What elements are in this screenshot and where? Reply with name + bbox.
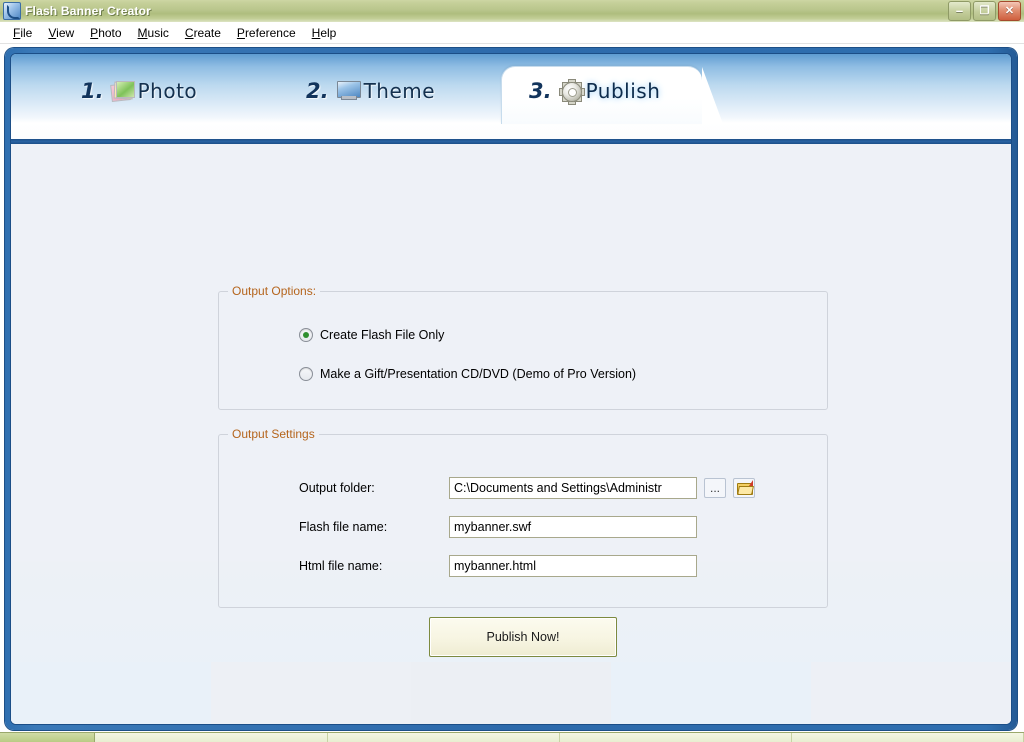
menu-photo-accel: P — [90, 25, 99, 40]
open-folder-icon — [736, 480, 754, 495]
publish-now-button[interactable]: Publish Now! — [429, 617, 617, 657]
browse-folder-button[interactable]: ... — [704, 478, 726, 498]
close-button[interactable]: ✕ — [998, 1, 1021, 21]
taskbar-item[interactable] — [327, 733, 560, 742]
title-bar: Flash Banner Creator – ❐ ✕ — [0, 0, 1024, 23]
restore-button[interactable]: ❐ — [973, 1, 996, 21]
tab-photo[interactable]: 1. Photo — [81, 68, 197, 114]
open-folder-button[interactable] — [733, 478, 755, 498]
minimize-button[interactable]: – — [948, 1, 971, 21]
output-settings-title: Output Settings — [228, 427, 319, 441]
restore-icon: ❐ — [979, 4, 990, 17]
tab-photo-label: Photo — [137, 79, 198, 103]
tab-publish[interactable]: 3. Publish — [529, 68, 660, 114]
taskbar-item[interactable] — [791, 733, 1024, 742]
menu-music-rest: usic — [147, 25, 169, 40]
application-window: Flash Banner Creator – ❐ ✕ File View Pho… — [0, 0, 1024, 742]
window-title: Flash Banner Creator — [25, 4, 152, 18]
menu-help[interactable]: Help — [304, 24, 345, 42]
menu-create-accel: C — [184, 25, 194, 40]
tab-underline-strip — [11, 123, 1011, 139]
html-file-name-label: Html file name: — [299, 559, 383, 573]
tab-publish-label: Publish — [585, 79, 661, 103]
html-file-name-input[interactable] — [449, 555, 697, 577]
menu-view-rest: iew — [56, 25, 75, 40]
field-html-file-name: Html file name: — [299, 555, 697, 577]
tab-theme[interactable]: 2. Theme — [306, 68, 435, 114]
menu-file-rest: ile — [20, 25, 33, 40]
menu-view[interactable]: View — [40, 24, 82, 42]
menu-photo-rest: hoto — [98, 25, 122, 40]
menu-preference-accel: P — [236, 25, 245, 40]
menu-music[interactable]: Music — [130, 24, 177, 42]
output-folder-input[interactable] — [449, 477, 697, 499]
gear-icon — [558, 79, 585, 105]
output-options-group: Output Options: Create Flash File Only M… — [218, 284, 828, 410]
minimize-icon: – — [955, 3, 964, 18]
taskbar-item[interactable] — [95, 733, 328, 742]
radio-create-flash-only-indicator[interactable] — [299, 328, 313, 342]
main-blue-frame: 1. Photo 2. Theme 3. Publish Output Opti… — [5, 48, 1017, 730]
monitor-icon — [336, 80, 362, 102]
radio-make-gift-cd[interactable]: Make a Gift/Presentation CD/DVD (Demo of… — [299, 367, 636, 381]
menu-music-accel: M — [137, 25, 148, 40]
photo-stack-icon — [109, 80, 136, 103]
app-icon — [3, 2, 21, 20]
menu-create[interactable]: Create — [177, 24, 229, 42]
menu-file[interactable]: File — [5, 24, 40, 42]
window-controls: – ❐ ✕ — [948, 1, 1024, 21]
taskbar — [0, 732, 1024, 742]
menu-preference[interactable]: Preference — [229, 24, 304, 42]
wizard-tabs: 1. Photo 2. Theme 3. Publish — [11, 54, 1011, 123]
menu-photo[interactable]: Photo — [82, 24, 129, 42]
radio-make-gift-cd-indicator[interactable] — [299, 367, 313, 381]
field-output-folder: Output folder: ... — [299, 477, 755, 499]
field-flash-file-name: Flash file name: — [299, 516, 697, 538]
main-panel: 1. Photo 2. Theme 3. Publish Output Opti… — [10, 53, 1012, 725]
output-settings-group: Output Settings Output folder: ... Flash… — [218, 427, 828, 608]
menu-help-accel: H — [311, 25, 321, 40]
menu-bar: File View Photo Music Create Preference … — [0, 22, 1024, 44]
tab-theme-number: 2. — [306, 79, 329, 103]
background-band — [11, 662, 1011, 724]
tab-publish-number: 3. — [529, 79, 552, 103]
close-icon: ✕ — [1004, 4, 1015, 17]
tab-theme-label: Theme — [363, 79, 436, 103]
flash-file-name-label: Flash file name: — [299, 520, 388, 534]
tab-photo-number: 1. — [81, 79, 104, 103]
menu-view-accel: V — [48, 25, 57, 40]
start-button[interactable] — [0, 733, 96, 742]
menu-preference-rest: reference — [244, 25, 296, 40]
wizard-tab-bar: 1. Photo 2. Theme 3. Publish — [11, 54, 1011, 124]
output-options-title: Output Options: — [228, 284, 321, 298]
menu-create-rest: reate — [193, 25, 221, 40]
taskbar-item[interactable] — [559, 733, 792, 742]
publish-content-area: Output Options: Create Flash File Only M… — [11, 144, 1011, 724]
radio-create-flash-only-label: Create Flash File Only — [320, 328, 445, 342]
output-folder-label: Output folder: — [299, 481, 375, 495]
radio-create-flash-only[interactable]: Create Flash File Only — [299, 328, 444, 342]
menu-help-rest: elp — [320, 25, 337, 40]
flash-file-name-input[interactable] — [449, 516, 697, 538]
radio-make-gift-cd-label: Make a Gift/Presentation CD/DVD (Demo of… — [320, 367, 637, 381]
